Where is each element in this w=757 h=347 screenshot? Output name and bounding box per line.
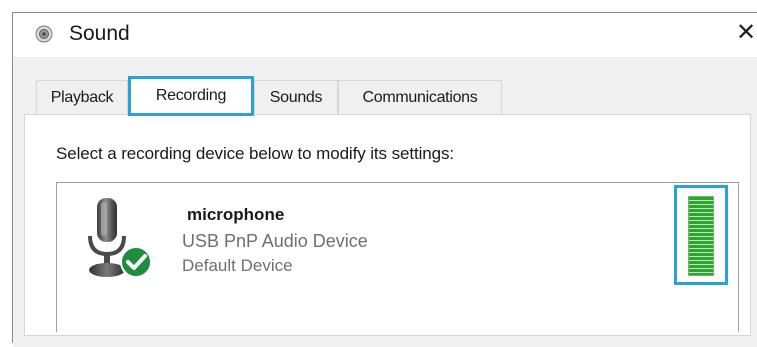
- device-name: microphone: [187, 205, 285, 224]
- speaker-icon: [35, 25, 53, 43]
- level-meter-icon: [674, 185, 728, 285]
- window-title: Sound: [69, 22, 130, 45]
- tab-sounds[interactable]: Sounds: [254, 80, 338, 114]
- close-icon: ✕: [735, 19, 757, 46]
- tab-playback[interactable]: Playback: [36, 80, 128, 114]
- device-description: USB PnP Audio Device: [182, 231, 368, 251]
- device-status: Default Device: [182, 256, 293, 275]
- microphone-icon[interactable]: [80, 192, 160, 284]
- close-button[interactable]: ✕: [735, 19, 757, 47]
- level-meter-bars: [688, 196, 714, 276]
- title-bar: Sound ✕: [13, 13, 757, 57]
- tab-recording[interactable]: Recording: [128, 76, 254, 116]
- checkmark-icon: [120, 246, 152, 278]
- tab-communications[interactable]: Communications: [338, 80, 502, 114]
- instruction-text: Select a recording device below to modif…: [56, 144, 454, 163]
